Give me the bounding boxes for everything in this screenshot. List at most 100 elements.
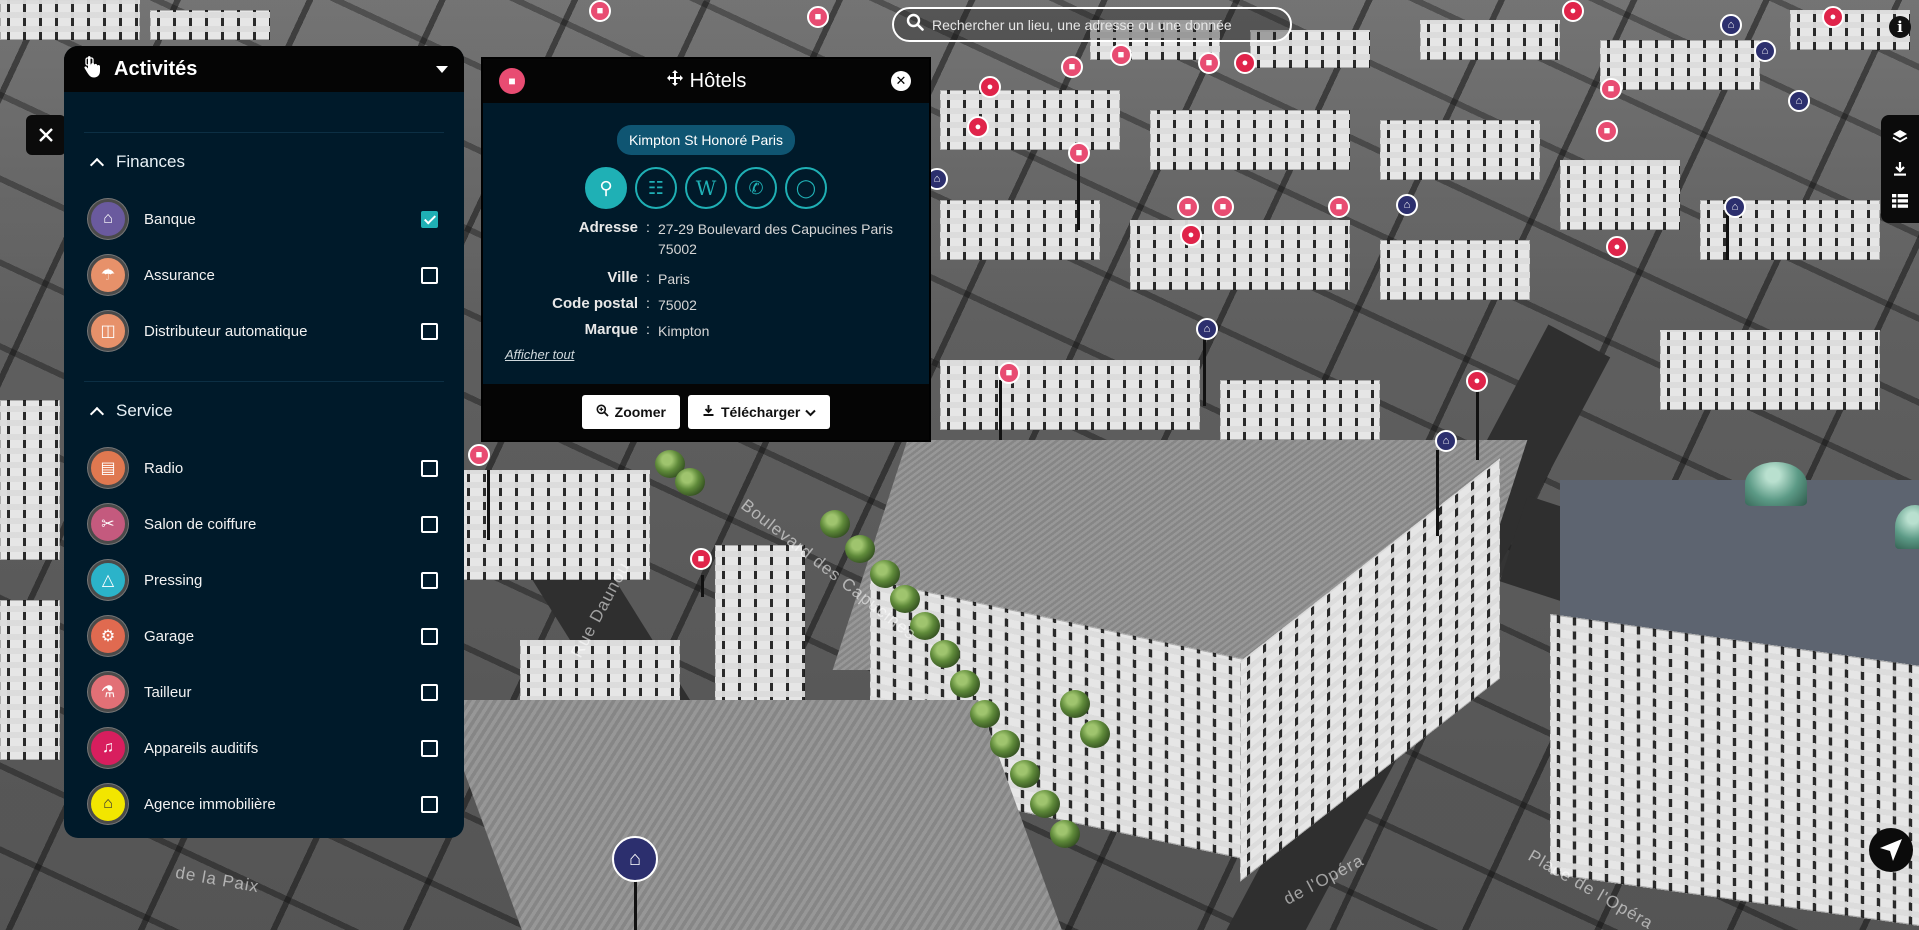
hotel-marker[interactable]: ■ bbox=[1212, 196, 1234, 218]
close-popup-icon[interactable]: ✕ bbox=[891, 71, 911, 91]
hotel-marker[interactable]: ■ bbox=[690, 548, 712, 570]
building bbox=[1560, 160, 1680, 230]
activity-checkbox[interactable] bbox=[421, 795, 438, 813]
wikipedia-icon[interactable]: W bbox=[685, 167, 727, 209]
hotel-marker[interactable]: ■ bbox=[1110, 44, 1132, 66]
activity-row-auditifs[interactable]: ♫ Appareils auditifs bbox=[64, 720, 464, 776]
hotel-marker[interactable]: ■ bbox=[1068, 142, 1090, 164]
bank-marker[interactable]: ⌂ bbox=[1720, 14, 1742, 36]
chevron-down-icon[interactable] bbox=[436, 65, 448, 73]
divider bbox=[84, 132, 444, 133]
barcode-icon[interactable]: ☷ bbox=[635, 167, 677, 209]
activity-row-immobiliere[interactable]: ⌂ Agence immobilière bbox=[64, 776, 464, 832]
bank-marker[interactable]: ⌂ bbox=[1754, 40, 1776, 62]
restaurant-marker[interactable]: ● bbox=[979, 76, 1001, 98]
section-finances[interactable]: Finances bbox=[64, 141, 464, 183]
hotel-marker[interactable]: ■ bbox=[1061, 56, 1083, 78]
activity-checkbox[interactable] bbox=[421, 210, 438, 228]
marker-stem bbox=[1203, 336, 1206, 406]
activity-checkbox[interactable] bbox=[421, 459, 438, 477]
restaurant-marker[interactable]: ● bbox=[1822, 6, 1844, 28]
restaurant-marker[interactable]: ● bbox=[1466, 370, 1488, 392]
activities-panel-header[interactable]: Activités bbox=[64, 46, 464, 92]
zoom-button[interactable]: Zoomer bbox=[581, 395, 680, 429]
activity-row-pressing[interactable]: △ Pressing bbox=[64, 552, 464, 608]
bank-marker[interactable]: ⌂ bbox=[1196, 318, 1218, 340]
activity-row-salon[interactable]: ✂ Salon de coiffure bbox=[64, 496, 464, 552]
navigation-icon[interactable] bbox=[1869, 828, 1913, 872]
move-icon[interactable] bbox=[666, 69, 684, 93]
chevron-up-icon bbox=[89, 157, 105, 172]
hotel-marker[interactable]: ■ bbox=[1596, 120, 1618, 142]
building bbox=[940, 200, 1100, 260]
activity-checkbox[interactable] bbox=[421, 266, 438, 284]
tree bbox=[1060, 690, 1090, 718]
restaurant-marker[interactable]: ● bbox=[1180, 224, 1202, 246]
hotel-marker[interactable]: ■ bbox=[1198, 52, 1220, 74]
phone-icon[interactable]: ✆ bbox=[735, 167, 777, 209]
info-icon[interactable]: i bbox=[1889, 16, 1911, 38]
activity-checkbox[interactable] bbox=[421, 322, 438, 340]
restaurant-marker[interactable]: ● bbox=[1562, 0, 1584, 22]
section-title: Finances bbox=[116, 152, 185, 171]
search-input[interactable] bbox=[932, 16, 1272, 33]
activity-row-garage[interactable]: ⚙ Garage bbox=[64, 608, 464, 664]
close-panel-button[interactable] bbox=[26, 115, 66, 155]
tree bbox=[675, 468, 705, 496]
website-icon[interactable]: ◯ bbox=[785, 167, 827, 209]
hotel-marker[interactable]: ■ bbox=[1600, 78, 1622, 100]
hotel-marker[interactable]: ■ bbox=[468, 444, 490, 466]
radio-icon: ▤ bbox=[88, 448, 128, 488]
activity-row-tailleur[interactable]: ⚗ Tailleur bbox=[64, 664, 464, 720]
field-value: Kimpton bbox=[658, 323, 710, 339]
dome bbox=[1745, 462, 1807, 506]
marker-stem bbox=[487, 470, 490, 540]
download-button[interactable]: Télécharger bbox=[687, 395, 831, 429]
activity-row-distributeur[interactable]: ◫ Distributeur automatique bbox=[64, 303, 464, 359]
activity-row-radio[interactable]: ▤ Radio bbox=[64, 440, 464, 496]
layers-icon[interactable] bbox=[1890, 127, 1910, 147]
activity-checkbox[interactable] bbox=[421, 627, 438, 645]
hotel-marker[interactable]: ■ bbox=[1177, 196, 1199, 218]
bank-marker[interactable]: ⌂ bbox=[1724, 196, 1746, 218]
hearing-aid-icon: ♫ bbox=[88, 728, 128, 768]
download-icon[interactable] bbox=[1890, 159, 1910, 179]
field-code-postal: Code postal : 75002 bbox=[483, 295, 929, 315]
activity-label: Appareils auditifs bbox=[144, 739, 259, 757]
bank-marker[interactable]: ⌂ bbox=[612, 836, 658, 882]
marker-stem bbox=[1726, 212, 1729, 260]
details: Adresse : 27-29 Boulevard des Capucines … bbox=[483, 219, 929, 341]
hotel-popup: ■ Hôtels ✕ Kimpton St Honoré Paris ⚲ ☷ W… bbox=[481, 57, 931, 442]
bank-marker[interactable]: ⌂ bbox=[1788, 90, 1810, 112]
garage-icon: ⚙ bbox=[88, 616, 128, 656]
restaurant-marker[interactable]: ● bbox=[1606, 236, 1628, 258]
table-icon[interactable] bbox=[1890, 191, 1910, 211]
restaurant-marker[interactable]: ● bbox=[1234, 52, 1256, 74]
building bbox=[1600, 40, 1760, 90]
building bbox=[1220, 380, 1380, 440]
hotel-marker[interactable]: ■ bbox=[1328, 196, 1350, 218]
hotel-marker[interactable]: ■ bbox=[807, 6, 829, 28]
search-bar[interactable] bbox=[892, 7, 1292, 42]
activity-checkbox[interactable] bbox=[421, 571, 438, 589]
bank-marker[interactable]: ⌂ bbox=[1396, 194, 1418, 216]
street-view-icon[interactable]: ⚲ bbox=[585, 167, 627, 209]
building bbox=[1420, 20, 1560, 60]
hotel-marker[interactable]: ■ bbox=[589, 0, 611, 22]
popup-header[interactable]: ■ Hôtels ✕ bbox=[483, 59, 929, 103]
tree bbox=[930, 640, 960, 668]
restaurant-marker[interactable]: ● bbox=[967, 116, 989, 138]
hotel-marker[interactable]: ■ bbox=[998, 362, 1020, 384]
activity-checkbox[interactable] bbox=[421, 683, 438, 701]
bank-marker[interactable]: ⌂ bbox=[1435, 430, 1457, 452]
show-all-link[interactable]: Afficher tout bbox=[505, 347, 574, 362]
activity-row-banque[interactable]: ⌂ Banque bbox=[64, 191, 464, 247]
tree bbox=[990, 730, 1020, 758]
activity-row-assurance[interactable]: ☂ Assurance bbox=[64, 247, 464, 303]
activity-checkbox[interactable] bbox=[421, 515, 438, 533]
activities-panel: Activités Finances ⌂ Banque ☂ Assurance … bbox=[64, 46, 464, 838]
activity-checkbox[interactable] bbox=[421, 739, 438, 757]
building bbox=[1150, 110, 1350, 170]
tree bbox=[970, 700, 1000, 728]
section-service[interactable]: Service bbox=[64, 390, 464, 432]
